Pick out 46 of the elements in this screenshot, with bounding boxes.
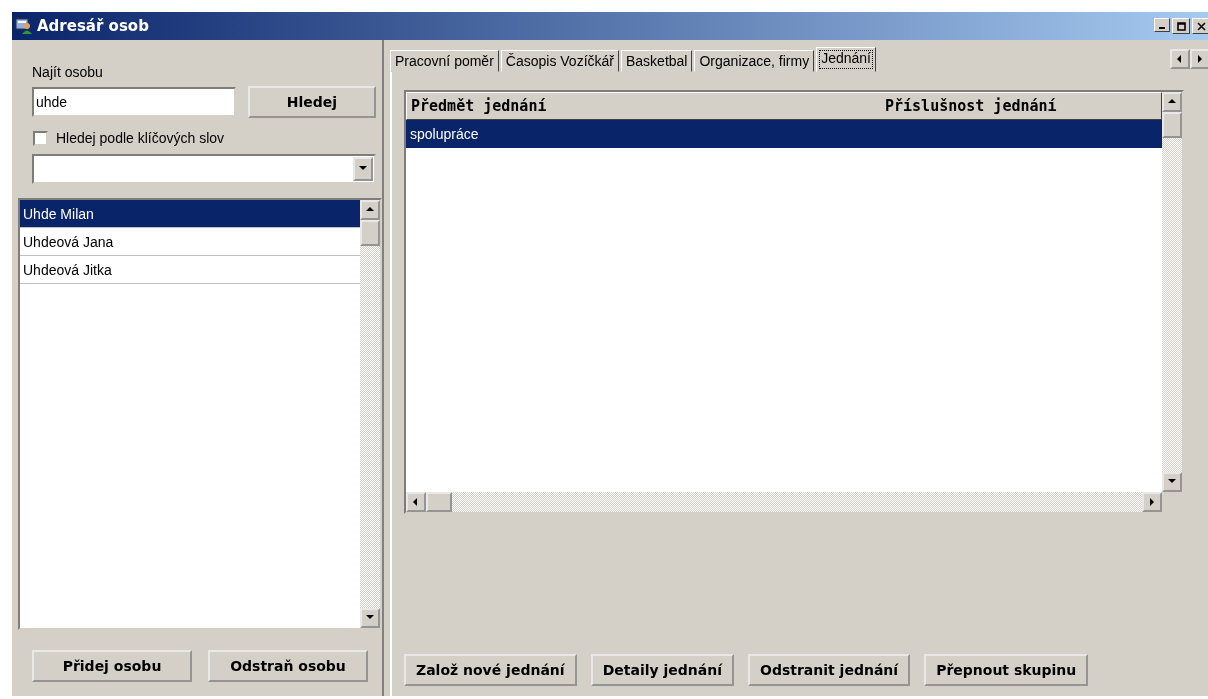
search-button[interactable]: Hledej [248,86,376,118]
action-button[interactable]: Přidej osobu [32,650,192,682]
close-icon [1196,21,1206,31]
triangle-right-icon [1195,54,1205,64]
person-item[interactable]: Uhdeová Jitka [20,256,360,284]
minimize-button[interactable] [1154,18,1170,32]
checkbox-label: Hledej podle klíčových slov [56,130,225,146]
scroll-right-button[interactable] [1190,49,1208,69]
scroll-thumb[interactable] [426,492,452,512]
window-title: Adresář osob [37,17,149,35]
keyword-dropdown[interactable] [32,154,376,184]
action-button[interactable]: Odstraň osobu [208,650,368,682]
column-header[interactable]: Příslušnost jednání [881,97,1057,115]
tab[interactable]: Pracovní poměr [390,50,499,72]
action-button[interactable]: Detaily jednání [590,654,734,686]
scroll-up-button[interactable] [360,200,380,220]
scroll-down-button[interactable] [360,608,380,628]
tab[interactable]: Basketbal [621,50,693,72]
minimize-icon [1159,27,1165,29]
scroll-left-button[interactable] [406,492,426,512]
tab[interactable]: Časopis Vozíčkář [500,50,619,72]
person-item[interactable]: Uhdeová Jana [20,228,360,256]
search-field[interactable]: uhde [32,87,236,117]
table-cell-text: spolupráce [409,126,480,142]
scroll-up-button[interactable] [1162,92,1182,112]
close-button[interactable] [1192,18,1208,34]
column-header[interactable]: Předmět jednání [407,97,881,115]
tab[interactable]: Organizace, firmy [694,50,815,72]
scroll-left-button[interactable] [1170,49,1190,69]
dropdown-button[interactable] [353,157,373,181]
scroll-thumb[interactable] [1162,112,1182,138]
tab[interactable]: Jednání [816,47,876,72]
action-button[interactable]: Založ nové jednání [404,654,577,686]
field-label: Najít osobu [32,64,104,80]
scroll-down-button[interactable] [1162,472,1182,492]
maximize-icon [1176,21,1186,31]
scroll-thumb[interactable] [360,220,380,246]
table-row[interactable]: spolupráce [406,120,1162,148]
checkbox[interactable] [33,130,48,146]
maximize-button[interactable] [1172,18,1190,34]
scroll-right-button[interactable] [1142,492,1162,512]
address-book-icon [15,17,33,35]
action-button[interactable]: Odstranit jednání [748,654,911,686]
triangle-right-icon [1147,497,1157,507]
action-button[interactable]: Přepnout skupinu [924,654,1089,686]
person-item[interactable]: Uhde Milan [20,200,360,228]
